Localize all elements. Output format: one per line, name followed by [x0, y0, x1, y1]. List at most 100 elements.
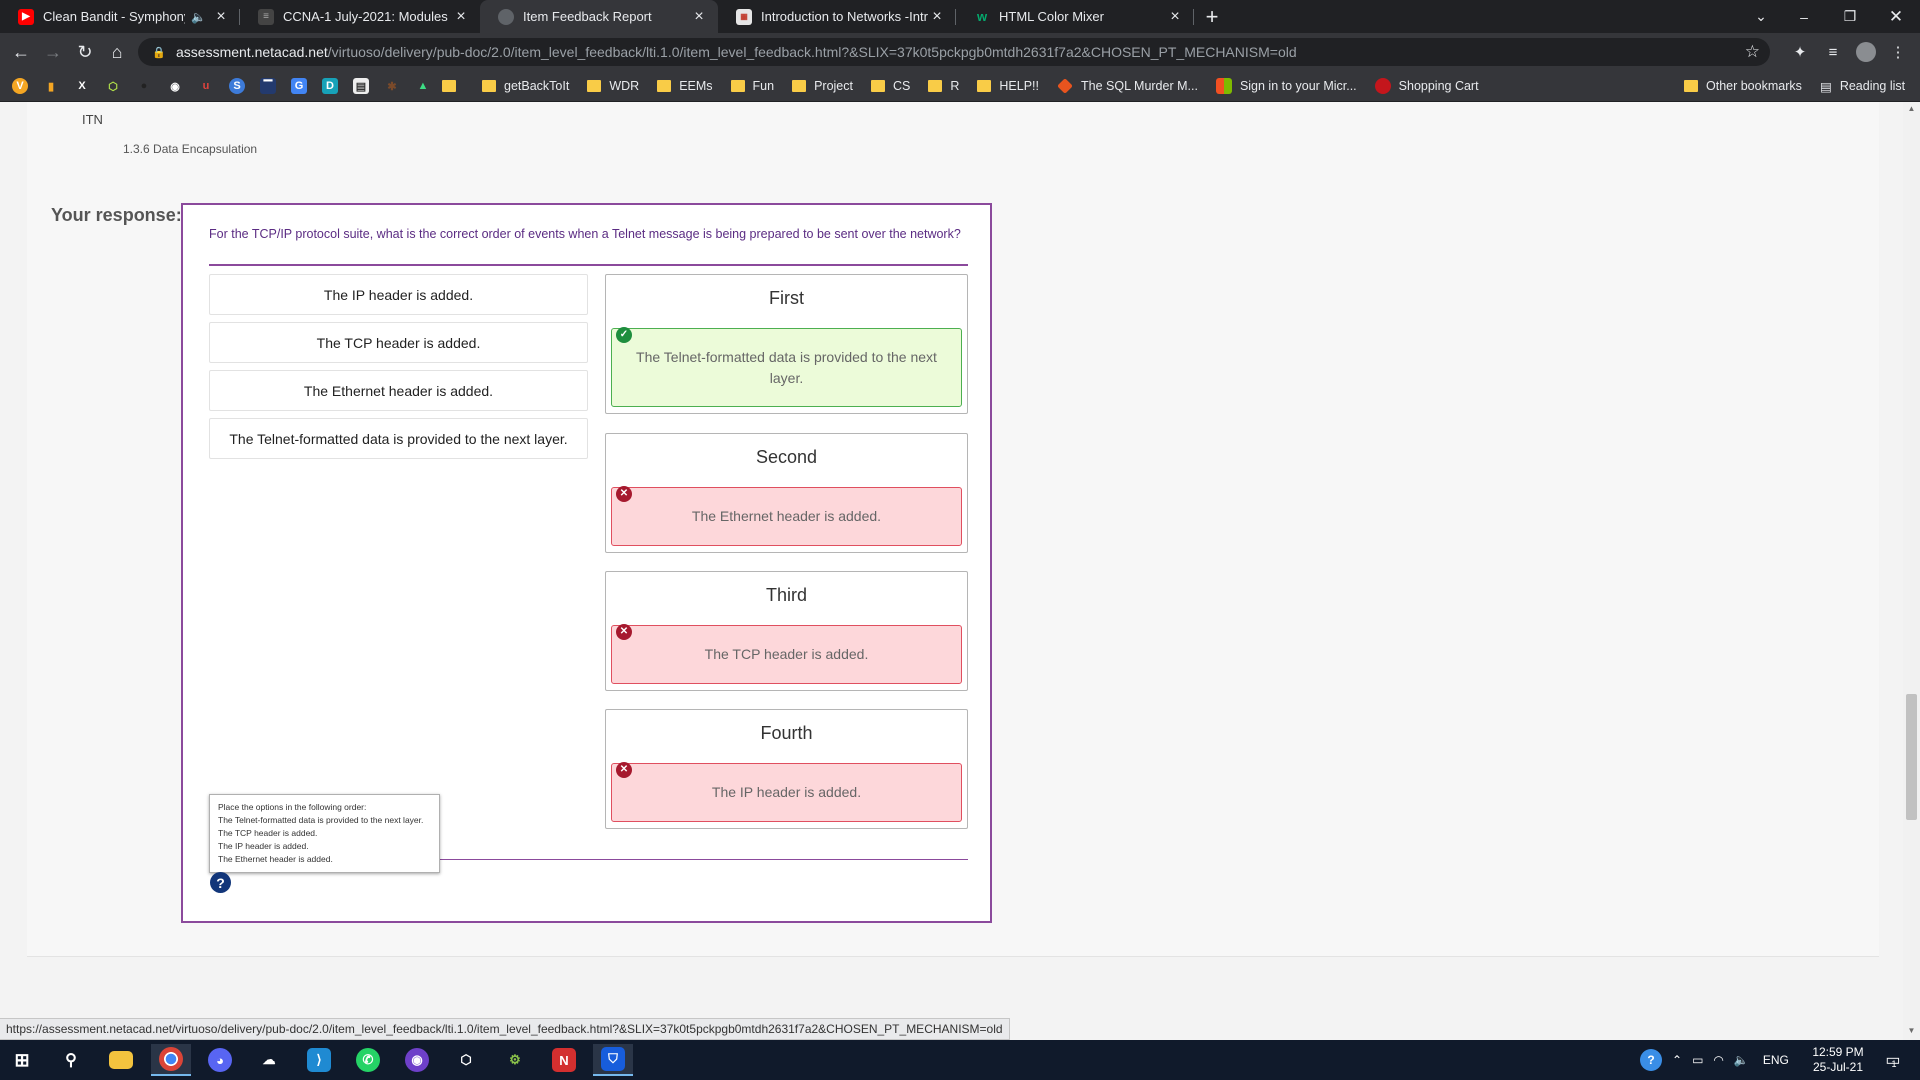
home-button[interactable]: ⌂	[102, 37, 132, 67]
help-icon[interactable]: ?	[210, 872, 231, 893]
chrome-button[interactable]	[151, 1044, 191, 1076]
course-label: ITN	[82, 112, 103, 127]
bookmark-link[interactable]: Shopping Cart	[1374, 78, 1479, 94]
tab-search-icon[interactable]: ⌄	[1750, 0, 1772, 33]
bitwarden-button[interactable]: ⛉	[593, 1044, 633, 1076]
extensions-icon[interactable]: ✦	[1790, 42, 1810, 62]
close-icon[interactable]: ×	[212, 8, 230, 26]
rstudio-button[interactable]: ⚙	[495, 1044, 535, 1076]
language-indicator[interactable]: ENG	[1763, 1053, 1789, 1067]
menu-kebab-icon[interactable]: ⋮	[1888, 42, 1908, 62]
speaker-icon[interactable]: 🔈	[191, 10, 206, 24]
scroll-down-arrow-icon[interactable]: ▼	[1906, 1026, 1917, 1038]
scroll-up-arrow-icon[interactable]: ▲	[1906, 104, 1917, 116]
bookmark-link[interactable]: Sign in to your Micr...	[1215, 78, 1357, 94]
battery-icon[interactable]: ▭	[1692, 1053, 1703, 1067]
close-icon[interactable]: ×	[452, 8, 470, 26]
d-icon[interactable]: D	[322, 78, 338, 94]
bookmark-folder[interactable]: Fun	[730, 79, 774, 93]
error-icon: ✕	[616, 624, 632, 640]
notification-center[interactable]: ▭ 1	[1876, 1040, 1906, 1080]
reload-button[interactable]: ↻	[70, 37, 100, 67]
close-window-button[interactable]: ✕	[1876, 0, 1916, 33]
minimize-button[interactable]: –	[1786, 0, 1822, 33]
clock[interactable]: 12:59 PM 25-Jul-21	[1808, 1045, 1868, 1075]
drop-zone-third[interactable]: ✕ The TCP header is added.	[611, 624, 962, 684]
bookmark-folder[interactable]	[442, 80, 464, 92]
back-button[interactable]: ←	[6, 37, 36, 67]
bookmark-folder[interactable]: getBackToIt	[482, 79, 569, 93]
android-icon[interactable]: ▲	[415, 78, 431, 94]
restore-button[interactable]: ❐	[1832, 0, 1868, 33]
bookmark-label: Project	[814, 79, 853, 93]
drop-zone-second[interactable]: ✕ The Ethernet header is added.	[611, 486, 962, 546]
w3-icon: w	[976, 9, 988, 24]
wifi-icon[interactable]: ◠	[1713, 1053, 1723, 1067]
volume-icon[interactable]: 🔈	[1734, 1053, 1749, 1067]
tab-3[interactable]: ▦ Introduction to Networks -Introd ×	[718, 0, 956, 33]
vertical-scrollbar[interactable]: ▲ ▼	[1903, 102, 1920, 1040]
calendar-icon[interactable]: ▔	[260, 78, 276, 94]
close-icon[interactable]: ×	[690, 8, 708, 26]
gear-small-icon[interactable]: ✱	[384, 78, 400, 94]
translate-icon[interactable]: G	[291, 78, 307, 94]
media-control-icon[interactable]: ≡	[1823, 42, 1843, 62]
dark-cube-icon[interactable]: ●	[136, 78, 152, 94]
option-tcp-header[interactable]: The TCP header is added.	[209, 322, 588, 363]
forward-button[interactable]: →	[38, 37, 68, 67]
bar-chart-icon[interactable]: ▮	[43, 78, 59, 94]
bookmark-folder[interactable]: WDR	[587, 79, 639, 93]
bookmark-star-icon[interactable]: ☆	[1745, 42, 1760, 62]
app-button[interactable]: N	[544, 1044, 584, 1076]
document-icon[interactable]: ▤	[353, 78, 369, 94]
option-ethernet-header[interactable]: The Ethernet header is added.	[209, 370, 588, 411]
udemy-icon[interactable]: u	[198, 78, 214, 94]
chevron-up-icon[interactable]: ⌃	[1672, 1053, 1682, 1067]
file-explorer-button[interactable]	[101, 1044, 141, 1076]
new-tab-button[interactable]: +	[1194, 0, 1230, 33]
whatsapp-button[interactable]: ✆	[348, 1044, 388, 1076]
folder-icon	[109, 1051, 133, 1069]
search-button[interactable]: ⚲	[51, 1044, 91, 1076]
bookmark-link[interactable]: The SQL Murder M...	[1057, 78, 1198, 94]
tab-2[interactable]: Item Feedback Report ×	[480, 0, 718, 33]
bookmark-folder[interactable]: HELP!!	[977, 79, 1039, 93]
discord-button[interactable]: ◕	[200, 1044, 240, 1076]
option-ip-header[interactable]: The IP header is added.	[209, 274, 588, 315]
cube-icon[interactable]: ⬡	[105, 78, 121, 94]
scrollbar-thumb[interactable]	[1906, 694, 1917, 820]
cube-icon: ⬡	[460, 1052, 472, 1067]
s-circle-icon[interactable]: S	[229, 78, 245, 94]
start-button[interactable]: ⊞	[2, 1044, 42, 1076]
tab-0[interactable]: ▶ Clean Bandit - Symphony (fe 🔈 ×	[0, 0, 240, 33]
bookmark-label: R	[950, 79, 960, 93]
github-icon: ◉	[405, 1048, 429, 1072]
address-bar[interactable]: 🔒 assessment.netacad.net/virtuoso/delive…	[138, 38, 1770, 66]
profile-avatar[interactable]	[1856, 42, 1876, 62]
option-telnet-data[interactable]: The Telnet-formatted data is provided to…	[209, 418, 588, 459]
github-icon[interactable]: ◉	[167, 78, 183, 94]
bookmark-folder[interactable]: R	[928, 79, 959, 93]
close-icon[interactable]: ×	[928, 8, 946, 26]
bookmark-folder[interactable]: CS	[870, 79, 911, 93]
reading-list[interactable]: ▤ Reading list	[1820, 71, 1905, 101]
other-bookmarks[interactable]: Other bookmarks	[1684, 71, 1802, 101]
drop-zone-first[interactable]: ✓ The Telnet-formatted data is provided …	[611, 327, 962, 407]
bookmark-folder[interactable]: Project	[792, 79, 853, 93]
help-tray-icon[interactable]: ?	[1640, 1049, 1662, 1071]
github-desktop-button[interactable]: ◉	[397, 1044, 437, 1076]
tab-1[interactable]: ≡ CCNA-1 July-2021: Modules 1 - 3 ×	[240, 0, 480, 33]
bookmark-label: CS	[892, 79, 911, 93]
coin-icon[interactable]: V	[12, 78, 28, 94]
x-icon[interactable]: X	[74, 78, 90, 94]
lock-icon[interactable]: 🔒	[152, 46, 166, 59]
media-app-button[interactable]: ☁	[249, 1044, 289, 1076]
vscode-icon: ⟩	[307, 1048, 331, 1072]
tab-4[interactable]: w HTML Color Mixer ×	[956, 0, 1194, 33]
close-icon[interactable]: ×	[1166, 8, 1184, 26]
bookmark-folder[interactable]: EEMs	[657, 79, 713, 93]
virtualbox-button[interactable]: ⬡	[446, 1044, 486, 1076]
bookmark-label: Sign in to your Micr...	[1239, 79, 1357, 93]
drop-zone-fourth[interactable]: ✕ The IP header is added.	[611, 762, 962, 822]
vscode-button[interactable]: ⟩	[299, 1044, 339, 1076]
